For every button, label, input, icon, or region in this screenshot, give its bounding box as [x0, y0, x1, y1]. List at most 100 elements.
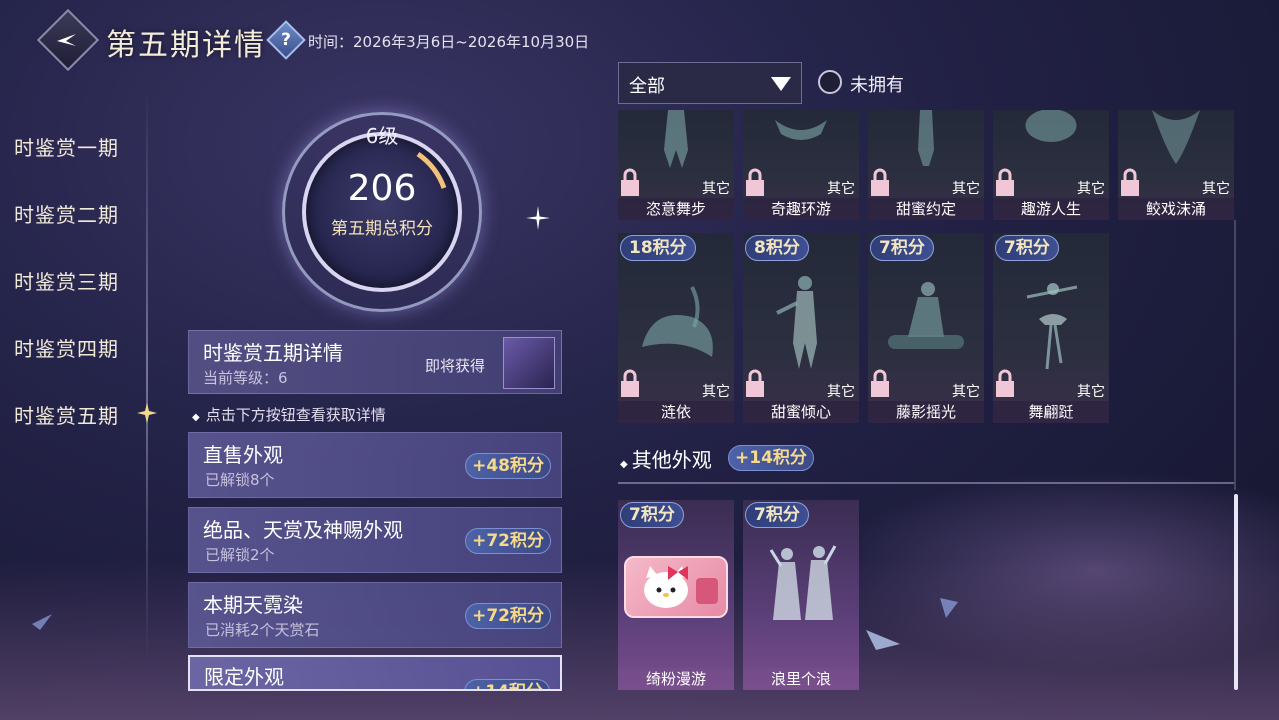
cat-face-icon — [644, 566, 718, 608]
outfit-card[interactable]: 其它 恣意舞步 — [618, 110, 734, 220]
outfit-type: 其它 — [1077, 181, 1105, 197]
filter-selected: 全部 — [629, 76, 665, 97]
scrollbar-track — [1234, 220, 1236, 490]
outfit-card[interactable]: 其它 奇趣环游 — [743, 110, 859, 220]
paper-plane-icon — [940, 598, 958, 618]
season-detail-card[interactable]: 时鉴赏五期详情 当前等级：6 即将获得 — [188, 330, 562, 394]
outfit-type: 其它 — [1077, 384, 1105, 400]
points-badge: +14积分 — [464, 679, 550, 689]
lock-icon — [621, 369, 639, 397]
hint-label: 点击下方按钮查看获取详情 — [205, 406, 386, 424]
section-title-other: ◆ 其他外观 — [620, 444, 712, 473]
filter-dropdown[interactable]: 全部 — [618, 62, 802, 104]
points-badge: 7积分 — [745, 502, 809, 528]
outfit-name: 恣意舞步 — [618, 198, 734, 220]
category-title: 绝品、天赏及神赐外观 — [203, 518, 403, 542]
lock-icon — [996, 168, 1014, 196]
outfit-card[interactable]: 其它 鲛戏沫涌 — [1118, 110, 1234, 220]
category-status: 已消耗2个天赏石 — [205, 621, 320, 639]
diamond-bullet-icon: ◆ — [192, 412, 200, 423]
category-direct-sale[interactable]: 直售外观 已解锁8个 +48积分 — [188, 432, 562, 498]
page-title: 第五期详情 — [106, 28, 266, 63]
lock-icon — [746, 369, 764, 397]
total-score: 206 — [347, 168, 417, 209]
outfit-figure-icon — [918, 110, 934, 166]
category-status: 已解锁2个 — [205, 546, 275, 564]
outfit-figure-icon — [775, 120, 827, 140]
category-dye[interactable]: 本期天霓染 已消耗2个天赏石 +72积分 — [188, 582, 562, 648]
points-badge: +72积分 — [465, 528, 551, 554]
outfit-type: 其它 — [827, 384, 855, 400]
outfit-name: 涟依 — [618, 401, 734, 423]
question-icon: ? — [281, 30, 291, 50]
event-time: 时间：2026年3月6日~2026年10月30日 — [308, 33, 590, 51]
nav-item-season-5[interactable]: 时鉴赏五期 — [14, 400, 119, 429]
back-button[interactable] — [36, 8, 100, 72]
upcoming-reward-label: 即将获得 — [425, 357, 486, 375]
total-score-label: 第五期总积分 — [331, 219, 433, 239]
level-label: 6级 — [365, 124, 399, 148]
lock-icon — [996, 369, 1014, 397]
outfit-card[interactable]: 其它 甜蜜约定 — [868, 110, 984, 220]
active-star-icon — [137, 403, 157, 423]
lock-icon — [621, 168, 639, 196]
category-title: 直售外观 — [203, 443, 283, 467]
dropdown-arrow-icon — [771, 77, 791, 91]
help-button[interactable]: ? — [266, 20, 306, 60]
game-screen: 第五期详情 ? 时间：2026年3月6日~2026年10月30日 时鉴赏一期 时… — [0, 0, 1279, 720]
season-detail-title: 时鉴赏五期详情 — [203, 341, 343, 365]
lock-icon — [871, 168, 889, 196]
current-level: 当前等级：6 — [203, 369, 288, 387]
nav-item-season-4[interactable]: 时鉴赏四期 — [14, 333, 119, 362]
points-badge: +72积分 — [465, 603, 551, 629]
unowned-filter-label[interactable]: 未拥有 — [850, 71, 904, 97]
outfit-figure-icon — [642, 286, 713, 357]
category-limited[interactable]: 限定外观 +14积分 — [188, 655, 562, 691]
outfit-type: 其它 — [952, 384, 980, 400]
back-arrow-icon — [57, 34, 76, 46]
category-premium[interactable]: 绝品、天赏及神赐外观 已解锁2个 +72积分 — [188, 507, 562, 573]
section-points-badge: +14积分 — [728, 445, 814, 471]
lock-icon — [746, 168, 764, 196]
outfit-card[interactable]: 7积分 其它 舞翩跹 — [993, 233, 1109, 423]
outfit-figure-icon — [1152, 110, 1200, 164]
category-title: 限定外观 — [204, 665, 284, 689]
points-badge: 18积分 — [620, 235, 696, 261]
nav-item-season-3[interactable]: 时鉴赏三期 — [14, 266, 119, 295]
section-divider — [618, 482, 1234, 484]
outfit-card[interactable]: 7积分 其它 藤影摇光 — [868, 233, 984, 423]
outfit-figure-icon — [776, 276, 817, 369]
outfit-type: 其它 — [827, 181, 855, 197]
unowned-filter-radio[interactable] — [818, 70, 842, 94]
points-badge: 7积分 — [870, 235, 934, 261]
outfit-name: 趣游人生 — [993, 198, 1109, 220]
points-badge: 7积分 — [620, 502, 684, 528]
outfit-card[interactable]: 其它 趣游人生 — [993, 110, 1109, 220]
outfit-card[interactable]: 18积分 其它 涟依 — [618, 233, 734, 423]
upcoming-reward-thumbnail[interactable] — [503, 337, 555, 389]
outfit-name: 浪里个浪 — [743, 668, 859, 690]
outfit-card[interactable]: 7积分 绮粉漫游 — [618, 500, 734, 690]
outfit-name: 甜蜜约定 — [868, 198, 984, 220]
hint-text: ◆ 点击下方按钮查看获取详情 — [192, 404, 386, 425]
category-title: 本期天霓染 — [203, 593, 303, 617]
outfit-name: 奇趣环游 — [743, 198, 859, 220]
kitty-item-icon — [624, 556, 728, 618]
scrollbar-thumb[interactable] — [1234, 494, 1238, 690]
diamond-bullet-icon: ◆ — [620, 459, 628, 470]
outfit-type: 其它 — [702, 181, 730, 197]
nav-divider — [146, 90, 148, 660]
outfit-card[interactable]: 8积分 其它 甜蜜倾心 — [743, 233, 859, 423]
points-badge: 8积分 — [745, 235, 809, 261]
nav-item-season-2[interactable]: 时鉴赏二期 — [14, 199, 119, 228]
lock-icon — [1121, 168, 1139, 196]
outfit-type: 其它 — [952, 181, 980, 197]
outfit-type: 其它 — [702, 384, 730, 400]
outfit-figure-icon — [769, 545, 837, 620]
outfit-name: 甜蜜倾心 — [743, 401, 859, 423]
outfit-figure-icon — [664, 110, 688, 168]
outfit-name: 舞翩跹 — [993, 401, 1109, 423]
nav-item-season-1[interactable]: 时鉴赏一期 — [14, 132, 119, 161]
outfit-figure-icon — [1026, 283, 1078, 369]
outfit-card[interactable]: 7积分 浪里个浪 — [743, 500, 859, 690]
